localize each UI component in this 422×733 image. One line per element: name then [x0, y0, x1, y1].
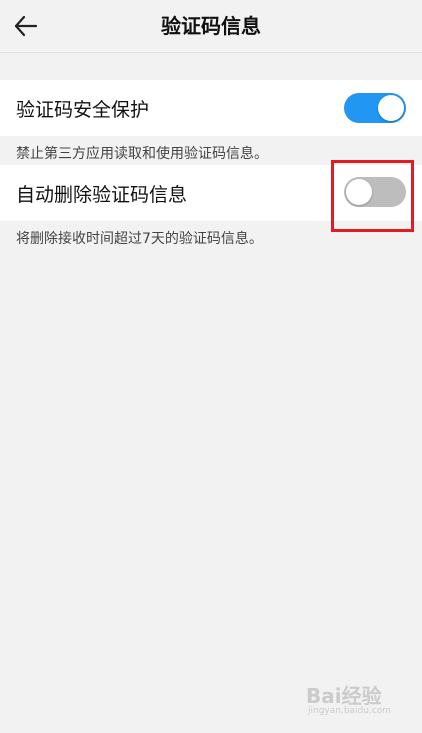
- highlight-annotation-box: [331, 160, 414, 232]
- watermark-url: jingyan.baidu.com: [308, 706, 392, 716]
- setting-label-verification-protection: 验证码安全保护: [16, 99, 150, 121]
- toggle-knob: [378, 95, 404, 121]
- setting-description-auto-delete: 将删除接收时间超过7天的验证码信息。: [16, 231, 263, 247]
- setting-label-auto-delete: 自动删除验证码信息: [16, 184, 188, 206]
- page-title: 验证码信息: [161, 14, 261, 38]
- app-header: 验证码信息: [0, 0, 422, 53]
- setting-description-verification-protection: 禁止第三方应用读取和使用验证码信息。: [16, 146, 268, 162]
- verification-protection-toggle[interactable]: [344, 93, 406, 123]
- setting-row-verification-protection[interactable]: 验证码安全保护: [0, 80, 422, 136]
- watermark-logo: Bai经验: [306, 684, 382, 708]
